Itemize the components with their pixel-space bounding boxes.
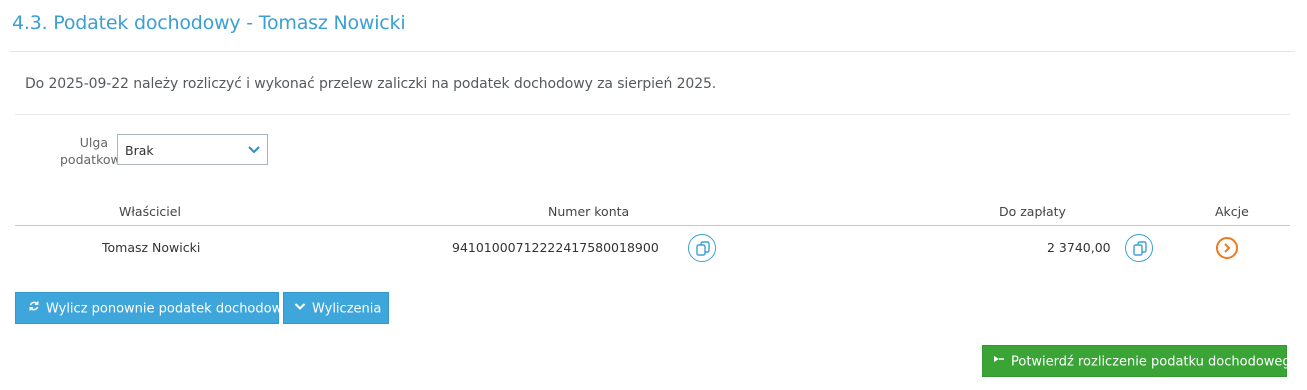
title-divider (10, 51, 1295, 52)
column-header-actions: Akcje (1215, 204, 1249, 219)
deadline-notice: Do 2025-09-22 należy rozliczyć i wykonać… (25, 76, 717, 92)
copy-amount-button[interactable] (1125, 234, 1153, 262)
chevron-down-icon (294, 293, 306, 325)
copy-icon (696, 241, 710, 256)
row-action-button[interactable] (1216, 237, 1238, 259)
page-title: 4.3. Podatek dochodowy - Tomasz Nowicki (12, 12, 406, 34)
copy-icon (1133, 241, 1147, 256)
chevron-right-circle-icon (1224, 243, 1231, 253)
copy-account-button[interactable] (688, 234, 716, 262)
table-header-divider (15, 225, 1290, 226)
confirm-settlement-label: Potwierdź rozliczenie podatku dochodoweg… (1011, 354, 1299, 370)
owner-cell: Tomasz Nowicki (102, 240, 201, 255)
column-header-owner[interactable]: Właściciel (119, 204, 181, 219)
chevron-down-icon (248, 146, 260, 154)
forward-icon (993, 346, 1005, 378)
tax-relief-label-line2: podatkowa (60, 152, 129, 167)
calculations-label: Wyliczenia (312, 301, 382, 317)
column-header-account[interactable]: Numer konta (548, 204, 629, 219)
amount-cell: 2 3740,00 (1047, 240, 1111, 255)
column-header-amount[interactable]: Do zapłaty (999, 204, 1066, 219)
refresh-icon (28, 293, 40, 325)
recalculate-tax-button[interactable]: Wylicz ponownie podatek dochodowy (15, 292, 290, 325)
tax-relief-label: Ulga podatkowa (60, 134, 129, 168)
calculations-button[interactable]: Wyliczenia (283, 292, 389, 324)
recalculate-tax-label: Wylicz ponownie podatek dochodowy (46, 301, 290, 317)
confirm-settlement-button[interactable]: Potwierdź rozliczenie podatku dochodoweg… (982, 345, 1299, 378)
tax-relief-selected-value: Brak (125, 143, 154, 158)
tax-relief-select[interactable]: Brak (117, 134, 268, 165)
tax-relief-label-line1: Ulga (79, 135, 108, 150)
account-number-cell: 94101000712222417580018900 (452, 240, 659, 255)
notice-divider (15, 114, 1290, 115)
